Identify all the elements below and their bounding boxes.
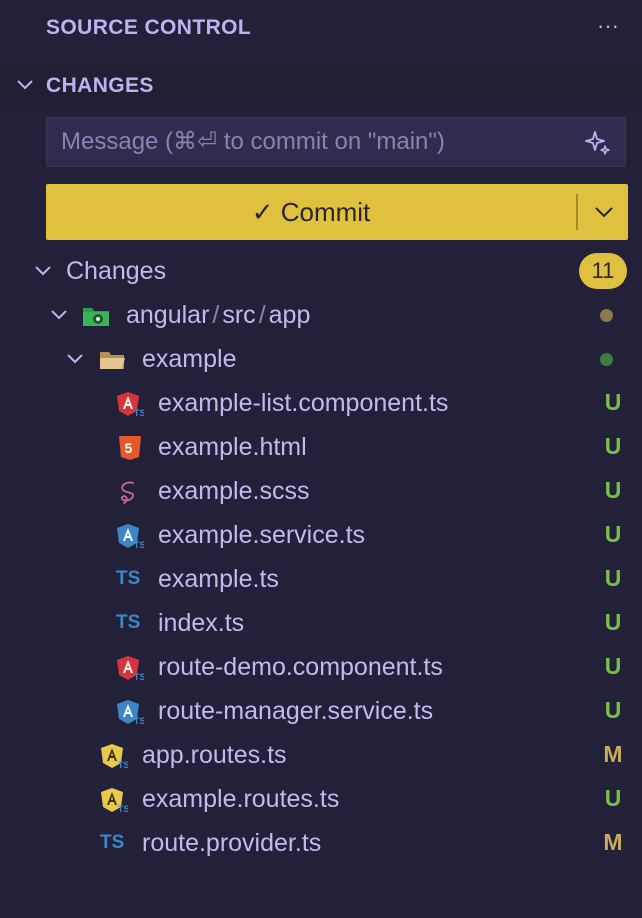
chevron-down-icon: [17, 80, 33, 90]
section-title: CHANGES: [46, 74, 154, 97]
changes-count-badge: 11: [579, 253, 627, 289]
source-control-panel: SOURCE CONTROL ··· CHANGES ✓ Commit: [0, 0, 642, 918]
file-status: M: [603, 829, 623, 855]
file-row[interactable]: TS index.ts U: [0, 601, 642, 645]
path-segment: angular: [126, 301, 210, 329]
commit-message-box: [46, 117, 626, 167]
file-row[interactable]: TS route-manager.service.ts U: [0, 689, 642, 733]
file-status: M: [603, 741, 623, 767]
file-row[interactable]: TS example.ts U: [0, 557, 642, 601]
commit-options-button[interactable]: [578, 184, 628, 240]
folder-status-dot: [600, 309, 613, 322]
file-name: app.routes.ts: [142, 741, 287, 769]
typescript-icon: TS: [116, 612, 141, 633]
file-name: route-manager.service.ts: [158, 697, 434, 725]
file-name: example.service.ts: [158, 521, 366, 549]
file-name: route-demo.component.ts: [158, 653, 443, 681]
file-status: U: [604, 785, 622, 811]
angular-app-folder-icon: [83, 308, 109, 326]
typescript-icon: TS: [100, 832, 125, 853]
file-status: U: [604, 653, 622, 679]
file-row[interactable]: TS app.routes.ts M: [0, 733, 642, 777]
file-status: U: [604, 521, 622, 547]
commit-button[interactable]: ✓ Commit: [46, 184, 628, 240]
angular-component-icon: TS: [117, 392, 144, 417]
file-name: index.ts: [158, 609, 245, 637]
file-row[interactable]: TS example.routes.ts U: [0, 777, 642, 821]
file-name: example.ts: [158, 565, 279, 593]
angular-service-icon: TS: [117, 524, 144, 549]
svg-text:TS: TS: [118, 804, 128, 813]
folder-row-example[interactable]: example: [0, 337, 642, 381]
file-name: route.provider.ts: [142, 829, 322, 857]
changes-group-label: Changes: [66, 257, 167, 285]
file-row[interactable]: example.scss U: [0, 469, 642, 513]
commit-message-input[interactable]: [47, 118, 567, 166]
folder-path: angular / src / app: [126, 301, 311, 329]
file-status: U: [604, 697, 622, 723]
changes-section-header[interactable]: CHANGES: [0, 64, 642, 108]
chevron-down-icon: [51, 310, 67, 320]
svg-text:TS: TS: [118, 760, 128, 769]
file-status: U: [604, 565, 622, 591]
file-row[interactable]: TS example.service.ts U: [0, 513, 642, 557]
file-name: example-list.component.ts: [158, 389, 449, 417]
path-segment: src: [222, 301, 256, 329]
svg-text:TS: TS: [134, 408, 144, 417]
file-row[interactable]: TS route-demo.component.ts U: [0, 645, 642, 689]
angular-routing-icon: TS: [101, 744, 128, 769]
commit-button-label: ✓ Commit: [251, 197, 371, 227]
file-name: example.scss: [158, 477, 310, 505]
folder-row-angular-src-app[interactable]: angular / src / app: [0, 293, 642, 337]
svg-text:TS: TS: [134, 540, 144, 549]
changes-group-row[interactable]: Changes 11: [0, 249, 642, 293]
file-row[interactable]: TS route.provider.ts M: [0, 821, 642, 865]
angular-component-icon: TS: [117, 656, 144, 681]
html5-icon: 5: [119, 436, 141, 460]
chevron-down-icon: [595, 207, 613, 218]
file-status: U: [604, 477, 622, 503]
file-status: U: [604, 389, 622, 415]
chevron-down-icon: [67, 354, 83, 364]
folder-status-dot: [600, 353, 613, 366]
svg-text:TS: TS: [134, 716, 144, 725]
file-row[interactable]: 5 example.html U: [0, 425, 642, 469]
sparkle-icon[interactable]: [583, 128, 613, 158]
file-status: U: [604, 609, 622, 635]
folder-open-icon: [100, 352, 125, 369]
path-segment: app: [268, 301, 311, 329]
angular-routing-icon: TS: [101, 788, 128, 813]
more-actions-icon[interactable]: ···: [594, 15, 622, 40]
file-name: example.routes.ts: [142, 785, 340, 813]
chevron-down-icon: [35, 266, 51, 276]
typescript-icon: TS: [116, 568, 141, 589]
folder-label: example: [142, 345, 237, 373]
svg-text:5: 5: [125, 440, 133, 456]
panel-header: SOURCE CONTROL ···: [0, 0, 642, 60]
file-row[interactable]: TS example-list.component.ts U: [0, 381, 642, 425]
angular-service-icon: TS: [117, 700, 144, 725]
file-name: example.html: [158, 433, 307, 461]
file-status: U: [604, 433, 622, 459]
sass-icon: [120, 481, 134, 504]
panel-title: SOURCE CONTROL: [46, 16, 252, 39]
svg-text:TS: TS: [134, 672, 144, 681]
